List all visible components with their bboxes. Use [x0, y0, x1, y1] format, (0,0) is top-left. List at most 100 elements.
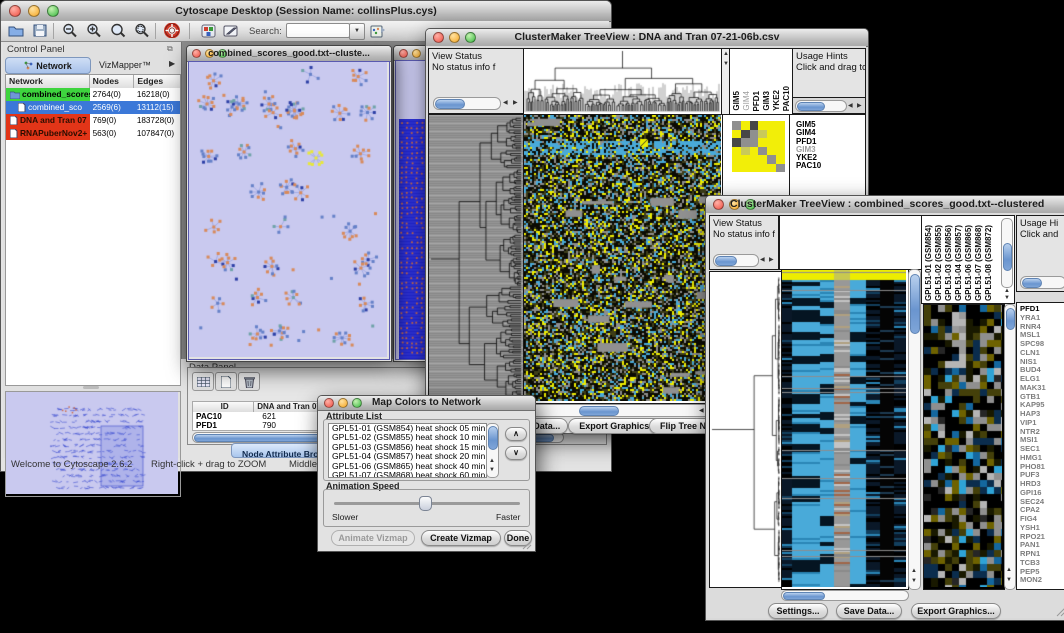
- matrix-cell[interactable]: [732, 138, 741, 147]
- network1-view[interactable]: [188, 61, 390, 360]
- column-label[interactable]: GPL51-08 (GSM872): [984, 225, 994, 301]
- column-label[interactable]: YKE2: [772, 90, 782, 111]
- matrix-cell[interactable]: [732, 155, 741, 164]
- scroll-right-arrow[interactable]: ▶: [513, 100, 518, 106]
- tv1-row-dendrogram[interactable]: [428, 114, 524, 404]
- column-label[interactable]: GPL51-04 (GSM857): [954, 225, 964, 301]
- network-row-rnapuber[interactable]: RNAPuberNov2+ 563(0) 107847(0): [6, 127, 180, 140]
- matrix-cell[interactable]: [750, 138, 759, 147]
- table-view-icon[interactable]: [192, 372, 214, 391]
- scroll-down-arrow[interactable]: ▼: [489, 467, 495, 473]
- matrix-cell[interactable]: [767, 155, 776, 164]
- matrix-cell[interactable]: [750, 121, 759, 130]
- treeview2-title-bar[interactable]: ClusterMaker TreeView : combined_scores_…: [706, 196, 1064, 214]
- tv1-column-labels[interactable]: GIM5GIM4PFD1GIM3YKE2PAC10: [732, 51, 790, 111]
- zoom-out-icon[interactable]: [59, 21, 81, 40]
- scroll-left-arrow[interactable]: ◀: [760, 257, 765, 263]
- matrix-cell[interactable]: [758, 130, 767, 139]
- scroll-up-arrow[interactable]: ▲: [489, 458, 495, 464]
- network-row-dna-tran[interactable]: DNA and Tran 07 769(0) 183728(0): [6, 114, 180, 127]
- matrix-cell[interactable]: [767, 147, 776, 156]
- zoom-selected-icon[interactable]: [131, 21, 153, 40]
- tv1-column-labels-panel[interactable]: GIM5GIM4PFD1GIM3YKE2PAC10: [729, 48, 793, 116]
- tv2-collabels-scrollbar[interactable]: [1001, 218, 1013, 288]
- column-label[interactable]: GPL51-01 (GSM854): [924, 225, 934, 301]
- overview-splitter[interactable]: [83, 386, 99, 389]
- network-row-combined-scores[interactable]: combined_scores 2764(0) 16218(0): [6, 88, 180, 101]
- tv2-column-dendrogram[interactable]: [779, 215, 922, 270]
- main-title-bar[interactable]: Cytoscape Desktop (Session Name: collins…: [1, 1, 611, 22]
- network-overview-panel[interactable]: [5, 391, 181, 497]
- col-header-nodes[interactable]: Nodes: [90, 75, 135, 88]
- close-button[interactable]: [399, 49, 408, 58]
- matrix-cell[interactable]: [741, 155, 750, 164]
- help-lifesaver-icon[interactable]: [161, 21, 183, 40]
- scroll-down-arrow[interactable]: ▼: [1004, 295, 1010, 301]
- dialog-title-bar[interactable]: Map Colors to Network: [318, 396, 535, 411]
- attribute-list-scrollbar[interactable]: ▲ ▼: [486, 423, 499, 478]
- vizmap-icon[interactable]: [197, 21, 219, 40]
- matrix-cell[interactable]: [750, 130, 759, 139]
- matrix-cell[interactable]: [741, 121, 750, 130]
- column-label[interactable]: GPL51-02 (GSM855): [934, 225, 944, 301]
- move-down-button[interactable]: ∨: [505, 446, 527, 460]
- search-dropdown-button[interactable]: ▼: [349, 23, 365, 40]
- tv2-usage-scrollbar[interactable]: [1020, 276, 1064, 289]
- annotation-icon[interactable]: [220, 21, 242, 40]
- matrix-cell[interactable]: [741, 147, 750, 156]
- tv2-column-labels[interactable]: GPL51-01 (GSM854)GPL51-02 (GSM855) GPL51-…: [924, 218, 1000, 301]
- resize-grip[interactable]: [1055, 605, 1064, 617]
- matrix-cell[interactable]: [732, 164, 741, 173]
- attr-col-id[interactable]: ID: [193, 402, 254, 412]
- tv2-row-dendrogram[interactable]: [709, 271, 782, 588]
- column-label[interactable]: GPL51-07 (GSM868): [974, 225, 984, 301]
- matrix-cell[interactable]: [767, 164, 776, 173]
- matrix-cell[interactable]: [741, 138, 750, 147]
- scroll-left-arrow[interactable]: ◀: [503, 100, 508, 106]
- matrix-cell[interactable]: [776, 164, 785, 173]
- scroll-down-arrow[interactable]: ▼: [911, 578, 917, 584]
- scroll-down-arrow[interactable]: ▼: [1006, 577, 1012, 583]
- tv2-heatmap-vscrollbar[interactable]: ▲ ▼: [908, 269, 921, 590]
- tv1-side-labels[interactable]: GIM5GIM4PFD1GIM3YKE2PAC10: [796, 121, 856, 173]
- tab-overflow-arrow[interactable]: ▶: [169, 59, 175, 68]
- scroll-left-arrow[interactable]: ◀: [699, 408, 704, 414]
- matrix-cell[interactable]: [776, 121, 785, 130]
- column-label[interactable]: PAC10: [782, 86, 790, 111]
- attribute-item[interactable]: GPL51-07 (GSM868) heat shock 60 min: [329, 471, 486, 478]
- gene-label[interactable]: PAC10: [796, 162, 856, 170]
- matrix-cell[interactable]: [732, 147, 741, 156]
- tv2-status-scrollbar[interactable]: [713, 254, 759, 267]
- tv2-save-data-button[interactable]: Save Data...: [836, 603, 902, 619]
- zoom-in-icon[interactable]: [83, 21, 105, 40]
- delete-attribute-trash-icon[interactable]: [238, 372, 260, 391]
- matrix-cell[interactable]: [732, 121, 741, 130]
- column-label[interactable]: GIM3: [762, 91, 772, 111]
- column-label[interactable]: GIM4: [742, 91, 752, 111]
- attribute-list[interactable]: GPL51-01 (GSM854) heat shock 05 minGPL51…: [328, 423, 487, 478]
- matrix-cell[interactable]: [767, 130, 776, 139]
- tab-network[interactable]: Network: [5, 57, 91, 74]
- speed-slider-thumb[interactable]: [419, 496, 432, 511]
- matrix-cell[interactable]: [758, 121, 767, 130]
- matrix-cell[interactable]: [767, 121, 776, 130]
- matrix-cell[interactable]: [776, 138, 785, 147]
- tv2-column-labels-panel[interactable]: GPL51-01 (GSM854)GPL51-02 (GSM855) GPL51-…: [921, 215, 1015, 304]
- matrix-cell[interactable]: [732, 130, 741, 139]
- matrix-cell[interactable]: [758, 164, 767, 173]
- scroll-left-arrow[interactable]: ◀: [848, 103, 853, 109]
- column-label[interactable]: PFD1: [752, 91, 762, 111]
- column-label[interactable]: GPL51-06 (GSM865): [964, 225, 974, 301]
- matrix-cell[interactable]: [750, 164, 759, 173]
- scroll-up-arrow[interactable]: ▲: [911, 568, 917, 574]
- col-header-network[interactable]: Network: [6, 75, 90, 88]
- tv2-settings-button[interactable]: Settings...: [768, 603, 828, 619]
- network-overview-canvas[interactable]: [6, 392, 178, 494]
- tv1-usage-scrollbar-strip[interactable]: ◀ ▶: [792, 97, 866, 114]
- tv2-heatmap[interactable]: [781, 269, 909, 590]
- matrix-cell[interactable]: [741, 164, 750, 173]
- tv2-zoom-heatmap[interactable]: [923, 304, 1005, 590]
- tv2-hscrollbar[interactable]: [781, 590, 909, 601]
- network1-title-bar[interactable]: combined_scores_good.txt--cluste...: [187, 46, 391, 62]
- treeview1-title-bar[interactable]: ClusterMaker TreeView : DNA and Tran 07-…: [426, 29, 868, 47]
